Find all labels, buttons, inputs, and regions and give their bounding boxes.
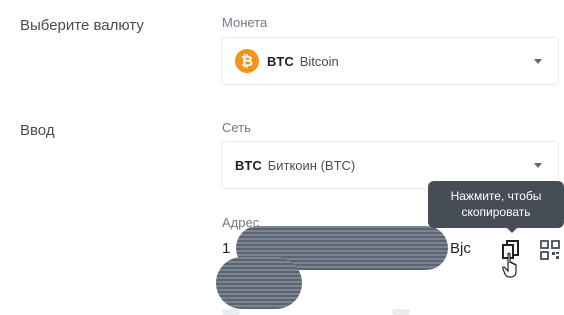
- network-name: Биткоин (BTC): [267, 157, 356, 173]
- cutoff-content: [392, 309, 410, 315]
- qr-code-icon[interactable]: [540, 240, 560, 260]
- address-redaction: [216, 257, 302, 309]
- hand-cursor-icon: [502, 252, 517, 278]
- address-end: Bjc: [450, 240, 471, 257]
- bitcoin-icon: ₿: [235, 49, 259, 73]
- coin-field-label: Монета: [222, 15, 268, 30]
- address-start: 1: [222, 240, 231, 257]
- tooltip-line-2: скопировать: [461, 205, 531, 219]
- copy-tooltip: Нажмите, чтобы скопировать: [428, 181, 564, 228]
- coin-select[interactable]: ₿ BTC Bitcoin: [221, 37, 559, 85]
- coin-name: Bitcoin: [299, 53, 339, 69]
- tooltip-arrow: [506, 227, 518, 233]
- tooltip-line-1: Нажмите, чтобы: [450, 189, 542, 203]
- coin-symbol: BTC: [267, 53, 294, 69]
- network-symbol: BTC: [235, 157, 262, 173]
- cutoff-content: [222, 309, 240, 315]
- chevron-down-icon: [534, 163, 542, 168]
- step-label-deposit: Ввод: [20, 122, 55, 139]
- step-label-currency: Выберите валюту: [20, 17, 144, 34]
- network-field-label: Сеть: [222, 120, 251, 135]
- chevron-down-icon: [534, 59, 542, 64]
